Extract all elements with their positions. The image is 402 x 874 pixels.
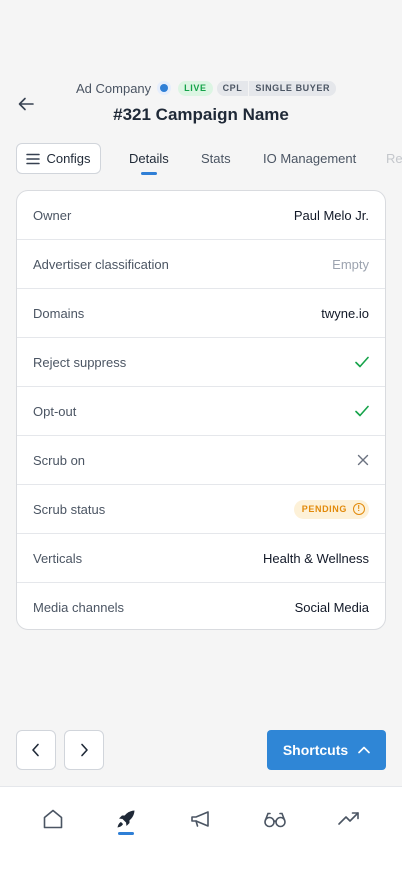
company-name: Ad Company <box>76 80 152 96</box>
glasses-icon <box>264 812 286 828</box>
info-icon: ! <box>353 503 365 515</box>
detail-row-owner: Owner Paul Melo Jr. <box>17 191 385 240</box>
next-button[interactable] <box>64 730 104 770</box>
trending-up-icon <box>338 812 359 825</box>
detail-row-opt-out: Opt-out <box>17 387 385 436</box>
home-icon <box>43 809 63 829</box>
single-buyer-badge: SINGLE BUYER <box>248 80 337 96</box>
owner-value: Paul Melo Jr. <box>293 207 369 223</box>
check-icon <box>355 405 369 417</box>
pending-status-badge: PENDING ! <box>293 499 369 519</box>
tab-io-management[interactable]: IO Management <box>263 151 356 166</box>
tab-bar: Configs Details Stats IO Management Re <box>16 143 402 177</box>
details-card: Owner Paul Melo Jr. Advertiser classific… <box>16 190 386 630</box>
chevron-up-icon <box>358 746 370 754</box>
advertiser-classification-value: Empty <box>332 256 369 272</box>
active-tab-indicator <box>141 172 157 175</box>
row-label: Opt-out <box>33 403 77 419</box>
tab-overflow[interactable]: Re <box>386 151 402 166</box>
live-badge: LIVE <box>178 80 213 96</box>
rocket-icon <box>117 810 135 828</box>
pending-label: PENDING <box>301 504 347 514</box>
campaign-type-badges: CPL SINGLE BUYER <box>216 80 337 96</box>
row-label: Media channels <box>33 600 125 615</box>
detail-row-reject-suppress: Reject suppress <box>17 338 385 387</box>
configs-button[interactable]: Configs <box>16 143 101 174</box>
megaphone-icon <box>191 811 209 827</box>
row-label: Reject suppress <box>33 354 127 370</box>
row-label: Scrub on <box>33 452 86 468</box>
chevron-left-icon <box>32 743 39 757</box>
chevron-right-icon <box>81 743 88 757</box>
detail-row-domains: Domains twyne.io <box>17 289 385 338</box>
verticals-value: Health & Wellness <box>263 550 369 566</box>
row-label: Domains <box>33 305 85 321</box>
active-nav-indicator <box>118 832 134 835</box>
tab-details[interactable]: Details <box>129 151 169 166</box>
x-icon <box>357 454 369 466</box>
detail-row-scrub-on: Scrub on <box>17 436 385 485</box>
domains-value: twyne.io <box>321 305 369 321</box>
row-label: Verticals <box>33 550 83 566</box>
row-label: Advertiser classification <box>33 256 169 272</box>
previous-button[interactable] <box>16 730 56 770</box>
check-icon <box>355 356 369 368</box>
detail-row-media-channels: Media channels Social Media <box>17 583 385 629</box>
bottom-navigation <box>0 786 402 874</box>
configs-label: Configs <box>46 151 91 166</box>
company-row: Ad Company LIVE CPL SINGLE BUYER <box>76 80 337 96</box>
detail-row-scrub-status: Scrub status PENDING ! <box>17 485 385 534</box>
row-label: Scrub status <box>33 501 106 517</box>
nav-home[interactable] <box>38 804 68 834</box>
verified-icon <box>157 81 172 95</box>
cpl-badge: CPL <box>216 80 249 96</box>
media-channels-value: Social Media <box>294 600 369 615</box>
nav-monitoring[interactable] <box>260 804 290 834</box>
nav-analytics[interactable] <box>334 804 364 834</box>
page-title: #321 Campaign Name <box>113 105 289 124</box>
menu-icon <box>26 153 41 164</box>
row-label: Owner <box>33 207 72 223</box>
shortcuts-label: Shortcuts <box>282 742 349 758</box>
nav-campaigns[interactable] <box>111 804 141 834</box>
nav-advertising[interactable] <box>186 804 216 834</box>
shortcuts-button[interactable]: Shortcuts <box>267 730 386 770</box>
detail-row-advertiser-classification: Advertiser classification Empty <box>17 240 385 289</box>
tab-stats[interactable]: Stats <box>201 151 231 166</box>
detail-row-verticals: Verticals Health & Wellness <box>17 534 385 583</box>
